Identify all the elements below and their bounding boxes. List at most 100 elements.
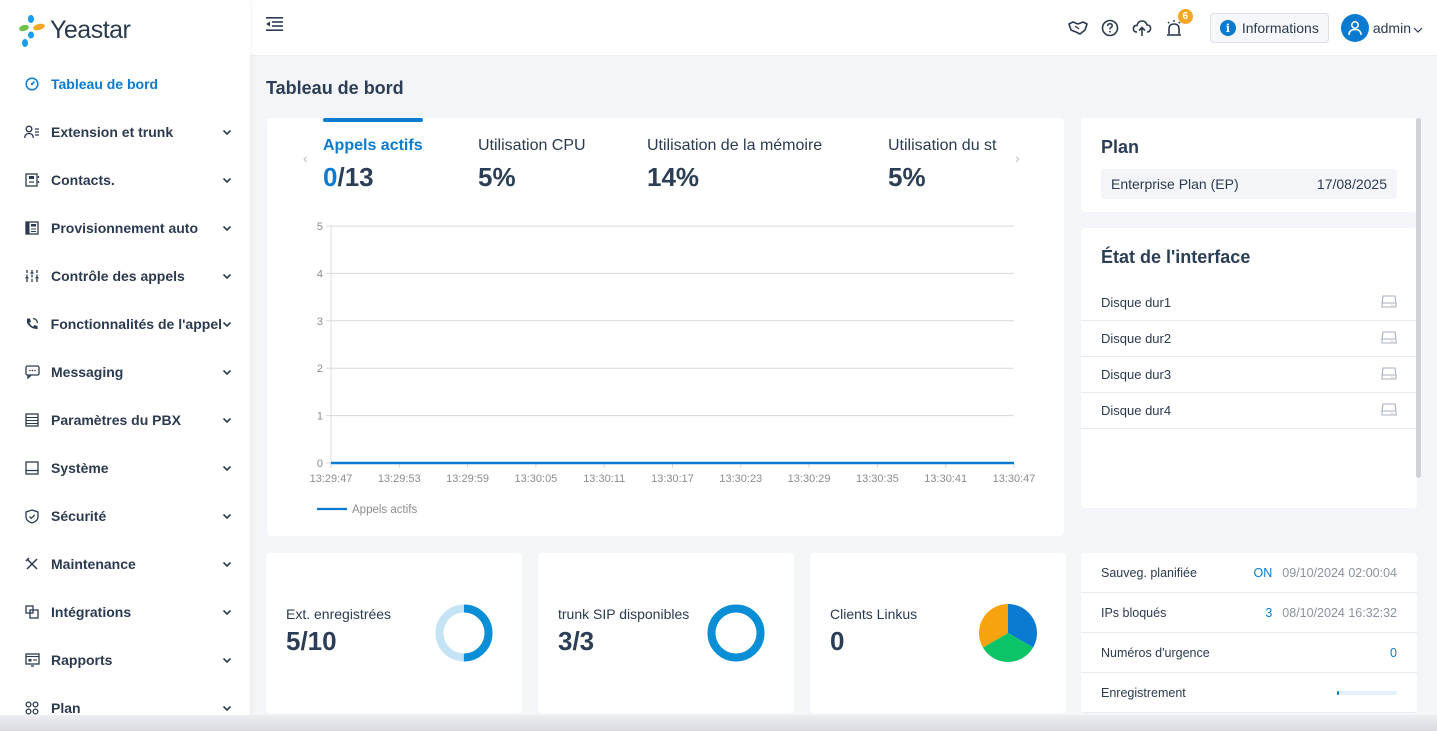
sidebar-item-messaging[interactable]: Messaging bbox=[0, 348, 250, 396]
sidebar-item-rapports[interactable]: Rapports bbox=[0, 636, 250, 684]
chevron-down-icon bbox=[222, 703, 232, 713]
y-tick-label: 2 bbox=[317, 363, 323, 375]
sidebar-item-parametres-du-pbx[interactable]: Paramètres du PBX bbox=[0, 396, 250, 444]
tabs-next-arrow-icon[interactable]: › bbox=[1015, 150, 1020, 166]
cloud-upload-icon[interactable] bbox=[1132, 18, 1152, 38]
user-menu[interactable]: admin bbox=[1340, 14, 1423, 42]
plan-info-row[interactable]: Enterprise Plan (EP) 17/08/2025 bbox=[1101, 169, 1397, 199]
metric-value-main: 5% bbox=[478, 162, 516, 192]
x-tick-label: 13:29:53 bbox=[378, 473, 421, 485]
tools-icon bbox=[24, 556, 40, 572]
contacts-icon bbox=[24, 172, 40, 188]
sidebar-item-systeme[interactable]: Système bbox=[0, 444, 250, 492]
metrics-tabs: ‹ Appels actifs 0/13 Utilisation CPU 5% Util… bbox=[267, 118, 1064, 208]
sidebar-item-label: Plan bbox=[51, 700, 81, 716]
help-icon[interactable] bbox=[1100, 18, 1120, 38]
disk-row[interactable]: Disque dur3 bbox=[1081, 357, 1417, 393]
y-tick-label: 3 bbox=[317, 316, 323, 328]
yeastar-logo[interactable]: Yeastar bbox=[18, 12, 131, 48]
collapse-sidebar-button[interactable] bbox=[266, 16, 284, 32]
top-bar: 6 i Informations admin bbox=[250, 0, 1437, 56]
right-column-scrollbar[interactable] bbox=[1416, 118, 1421, 478]
chevron-down-icon bbox=[222, 415, 232, 425]
disk-row[interactable]: Disque dur2 bbox=[1081, 321, 1417, 357]
status-time: 09/10/2024 02:00:04 bbox=[1282, 565, 1397, 580]
scheduled-backup-row[interactable]: Sauveg. planifiée ON 09/10/2024 02:00:04 bbox=[1081, 553, 1417, 593]
sidebar-item-extension-et-trunk[interactable]: Extension et trunk bbox=[0, 108, 250, 156]
donut-value-arc bbox=[707, 604, 765, 662]
interface-state-card: État de l'interface Disque dur1 Disque du… bbox=[1081, 228, 1417, 508]
metric-value-main: 5% bbox=[888, 162, 926, 192]
chevron-down-icon bbox=[222, 607, 232, 617]
bottom-edge bbox=[0, 715, 1437, 731]
sidebar-item-provisionnement-auto[interactable]: Provisionnement auto bbox=[0, 204, 250, 252]
sidebar-item-contacts[interactable]: Contacts. bbox=[0, 156, 250, 204]
disk-list: Disque dur1 Disque dur2 Disque dur3 Disque … bbox=[1081, 285, 1417, 429]
status-value: 0 bbox=[1390, 645, 1397, 660]
dashboard-icon bbox=[24, 76, 40, 92]
message-icon bbox=[24, 364, 40, 380]
status-label: IPs bloqués bbox=[1101, 605, 1167, 620]
stat-label: trunk SIP disponibles bbox=[558, 606, 690, 622]
linkus-clients-card[interactable]: Clients Linkus 0 bbox=[810, 553, 1066, 713]
user-icon bbox=[1348, 21, 1362, 36]
disk-row[interactable]: Disque dur1 bbox=[1081, 285, 1417, 321]
hard-drive-icon bbox=[1381, 402, 1397, 419]
sidebar-item-integrations[interactable]: Intégrations bbox=[0, 588, 250, 636]
sidebar-item-label: Messaging bbox=[51, 364, 124, 380]
phone-call-icon bbox=[24, 316, 40, 332]
emergency-numbers-row[interactable]: Numéros d'urgence 0 bbox=[1081, 633, 1417, 673]
server-settings-icon bbox=[24, 412, 40, 428]
integrations-icon bbox=[24, 604, 40, 620]
handshake-icon[interactable] bbox=[1068, 18, 1088, 38]
brand-name: Yeastar bbox=[50, 15, 131, 44]
sidebar-item-label: Paramètres du PBX bbox=[51, 412, 181, 428]
chevron-down-icon bbox=[1413, 27, 1423, 33]
stat-value: 3/3 bbox=[558, 626, 595, 656]
sidebar-item-controle-des-appels[interactable]: Contrôle des appels bbox=[0, 252, 250, 300]
x-tick-label: 13:29:59 bbox=[446, 473, 489, 485]
y-tick-label: 0 bbox=[317, 458, 323, 470]
sidebar-item-label: Maintenance bbox=[51, 556, 136, 572]
metric-tab[interactable]: Utilisation du st 5% bbox=[888, 118, 1008, 198]
recording-row[interactable]: Enregistrement bbox=[1081, 673, 1417, 713]
chevron-down-icon bbox=[222, 463, 232, 473]
chevron-down-icon bbox=[222, 367, 232, 377]
sidebar-item-maintenance[interactable]: Maintenance bbox=[0, 540, 250, 588]
sidebar-item-fonctionnalites-de-l-appel[interactable]: Fonctionnalités de l'appel bbox=[0, 300, 250, 348]
sidebar-item-securite[interactable]: Sécurité bbox=[0, 492, 250, 540]
metric-tab[interactable]: Utilisation de la mémoire 14% bbox=[647, 118, 887, 198]
sidebar-item-label: Sécurité bbox=[51, 508, 107, 524]
disk-row[interactable]: Disque dur4 bbox=[1081, 393, 1417, 429]
blocked-ips-row[interactable]: IPs bloqués 3 08/10/2024 16:32:32 bbox=[1081, 593, 1417, 633]
status-label: Sauveg. planifiée bbox=[1101, 565, 1197, 580]
metrics-chart-card: ‹ Appels actifs 0/13 Utilisation CPU 5% Util… bbox=[267, 118, 1064, 536]
alarm-bell-icon[interactable]: 6 bbox=[1164, 9, 1193, 38]
chevron-down-icon bbox=[222, 271, 232, 281]
informations-button[interactable]: i Informations bbox=[1209, 13, 1329, 43]
hard-drive-icon bbox=[1381, 366, 1397, 383]
metric-tab-value: 14% bbox=[647, 162, 699, 193]
sidebar: Yeastar Tableau de bord Extension et trun… bbox=[0, 0, 250, 731]
x-tick-label: 13:30:35 bbox=[856, 473, 899, 485]
logo-mark-icon bbox=[18, 12, 48, 48]
sidebar-item-label: Système bbox=[51, 460, 109, 476]
metric-tab-label: Utilisation CPU bbox=[478, 137, 586, 154]
status-value: ON bbox=[1253, 565, 1273, 580]
sidebar-item-tableau-de-bord[interactable]: Tableau de bord bbox=[0, 60, 250, 108]
x-tick-label: 13:30:17 bbox=[651, 473, 694, 485]
registered-extensions-card[interactable]: Ext. enregistrées 5/10 bbox=[266, 553, 522, 713]
x-tick-label: 13:30:23 bbox=[719, 473, 762, 485]
sip-trunks-card[interactable]: trunk SIP disponibles 3/3 bbox=[538, 553, 794, 713]
system-status-card: Sauveg. planifiée ON 09/10/2024 02:00:04… bbox=[1081, 553, 1417, 713]
chevron-down-icon bbox=[222, 655, 232, 665]
sidebar-item-label: Rapports bbox=[51, 652, 113, 668]
reports-icon bbox=[24, 652, 40, 668]
sidebar-item-label: Tableau de bord bbox=[51, 76, 159, 92]
avatar bbox=[1340, 14, 1369, 42]
stat-label: Ext. enregistrées bbox=[286, 606, 392, 622]
legend-label: Appels actifs bbox=[352, 504, 417, 516]
status-value: 3 bbox=[1265, 605, 1273, 620]
metric-value-main: 0 bbox=[323, 162, 338, 192]
y-tick-label: 1 bbox=[317, 411, 323, 423]
